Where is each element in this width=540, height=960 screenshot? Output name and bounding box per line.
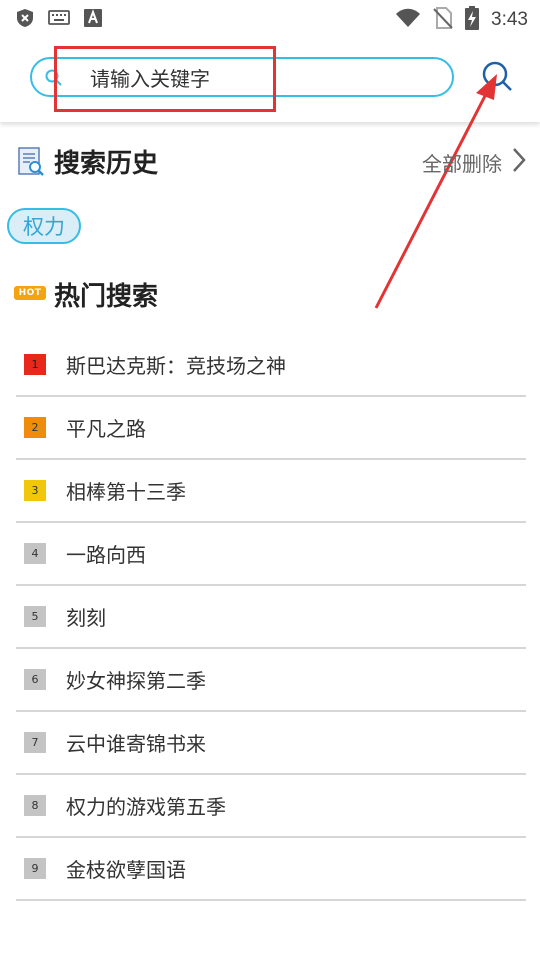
- list-item[interactable]: 5 刻刻: [16, 586, 526, 649]
- rank-badge: 9: [24, 858, 46, 879]
- list-item[interactable]: 6 妙女神探第二季: [16, 649, 526, 712]
- list-item[interactable]: 7 云中谁寄锦书来: [16, 712, 526, 775]
- status-bar: 3:43: [0, 0, 540, 36]
- list-item[interactable]: 4 一路向西: [16, 523, 526, 586]
- search-field[interactable]: [30, 57, 454, 97]
- battery-charging-icon: [465, 6, 480, 34]
- list-item-label: 一路向西: [66, 543, 146, 567]
- wifi-icon: [395, 8, 421, 32]
- clock-time: 3:43: [491, 9, 528, 30]
- rank-badge: 7: [24, 732, 46, 753]
- list-item-label: 云中谁寄锦书来: [66, 732, 206, 756]
- hot-badge: HOT: [14, 286, 46, 300]
- clear-history-button[interactable]: 全部删除: [422, 147, 526, 178]
- list-item[interactable]: 3 相棒第十三季: [16, 460, 526, 523]
- list-item[interactable]: 9 金枝欲孽国语: [16, 838, 526, 901]
- list-item-label: 相棒第十三季: [66, 480, 186, 504]
- rank-badge: 1: [24, 354, 46, 375]
- rank-badge: 8: [24, 795, 46, 816]
- list-item-label: 刻刻: [66, 606, 106, 630]
- rank-badge: 4: [24, 543, 46, 564]
- search-icon: [44, 68, 64, 92]
- rank-badge: 5: [24, 606, 46, 627]
- keyboard-icon: [48, 10, 70, 30]
- history-title: 搜索历史: [54, 149, 159, 179]
- list-item-label: 平凡之路: [66, 417, 146, 441]
- list-item[interactable]: 2 平凡之路: [16, 397, 526, 460]
- list-item[interactable]: 8 权力的游戏第五季: [16, 775, 526, 838]
- list-item-label: 权力的游戏第五季: [66, 795, 226, 819]
- shield-icon: [16, 8, 34, 32]
- search-header: [0, 36, 540, 122]
- rank-badge: 2: [24, 417, 46, 438]
- list-item-label: 斯巴达克斯：竞技场之神: [66, 354, 286, 378]
- list-item[interactable]: 1 斯巴达克斯：竞技场之神: [16, 334, 526, 397]
- hot-search-list: 1 斯巴达克斯：竞技场之神 2 平凡之路 3 相棒第十三季 4 一路向西 5 刻…: [16, 334, 526, 901]
- search-button[interactable]: [478, 58, 518, 98]
- hot-title: 热门搜索: [54, 282, 159, 312]
- font-icon: [84, 9, 102, 31]
- search-icon: [482, 61, 512, 91]
- history-tag[interactable]: 权力: [7, 208, 81, 244]
- list-item-label: 金枝欲孽国语: [66, 858, 186, 882]
- history-document-icon: [16, 146, 46, 182]
- chevron-right-icon: [512, 147, 526, 178]
- clear-history-label: 全部删除: [422, 152, 502, 176]
- search-input[interactable]: [88, 63, 432, 95]
- list-item-label: 妙女神探第二季: [66, 669, 206, 693]
- no-sim-icon: [433, 7, 453, 33]
- rank-badge: 6: [24, 669, 46, 690]
- rank-badge: 3: [24, 480, 46, 501]
